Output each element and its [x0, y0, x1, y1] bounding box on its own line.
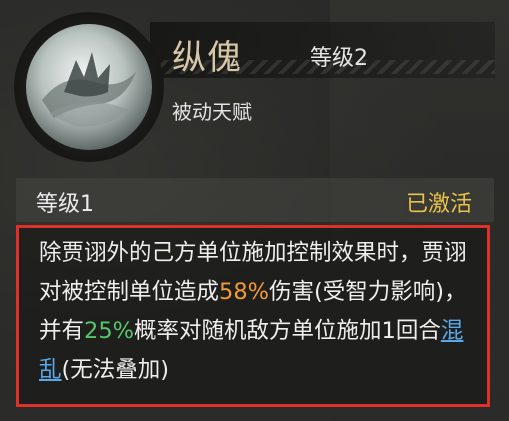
level-row: 等级1 已激活 [16, 178, 494, 222]
damage-percent: 58% [219, 279, 270, 305]
activation-status: 已激活 [405, 192, 472, 217]
skill-description: 除贾诩外的己方单位施加控制效果时，贾诩对被控制单位造成58%伤害(受智力影响)，… [39, 234, 479, 390]
skill-name: 纵傀 [172, 38, 242, 78]
level-label: 等级1 [36, 192, 94, 217]
skill-type: 被动天赋 [172, 100, 252, 124]
description-segment: (无法叠加) [61, 357, 170, 383]
description-box: 除贾诩外的己方单位施加控制效果时，贾诩对被控制单位造成58%伤害(受智力影响)，… [16, 225, 490, 407]
description-segment: 概率对随机敌方单位施加1回合 [134, 318, 441, 344]
chance-percent: 25% [84, 318, 135, 344]
puppet-skill-icon[interactable] [24, 22, 154, 152]
skill-level: 等级2 [310, 46, 368, 71]
